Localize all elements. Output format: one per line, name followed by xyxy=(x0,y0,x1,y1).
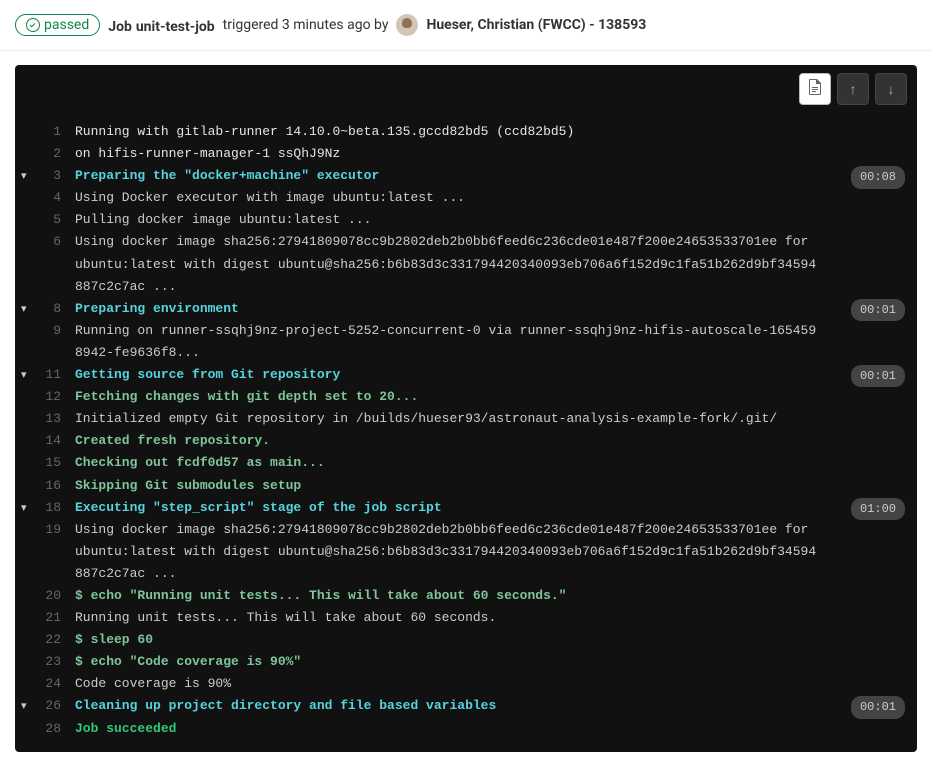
line-number[interactable]: 6 xyxy=(15,231,75,297)
line-number[interactable]: 22 xyxy=(15,629,75,651)
line-number[interactable]: 21 xyxy=(15,607,75,629)
line-number[interactable]: 14 xyxy=(15,430,75,452)
line-number[interactable]: 5 xyxy=(15,209,75,231)
line-content: Using docker image sha256:27941809078cc9… xyxy=(75,231,917,297)
log-toolbar: ↑ ↓ xyxy=(15,65,917,113)
chevron-down-icon[interactable]: ▾ xyxy=(21,500,27,519)
line-content: Running unit tests... This will take abo… xyxy=(75,607,917,629)
log-line: 14Created fresh repository. xyxy=(15,430,917,452)
check-circle-icon xyxy=(26,18,40,32)
job-header: passed Job unit-test-job triggered 3 min… xyxy=(0,0,932,51)
chevron-down-icon[interactable]: ▾ xyxy=(21,698,27,717)
duration-badge: 00:08 xyxy=(851,166,905,188)
log-line: 19Using docker image sha256:27941809078c… xyxy=(15,519,917,585)
log-line: 5Pulling docker image ubuntu:latest ... xyxy=(15,209,917,231)
line-number[interactable]: 16 xyxy=(15,475,75,497)
log-line: 22$ sleep 60 xyxy=(15,629,917,651)
line-content: Executing "step_script" stage of the job… xyxy=(75,497,917,519)
line-number[interactable]: 13 xyxy=(15,408,75,430)
job-name[interactable]: unit-test-job xyxy=(136,19,215,35)
log-line: 4Using Docker executor with image ubuntu… xyxy=(15,187,917,209)
line-content: Initialized empty Git repository in /bui… xyxy=(75,408,917,430)
line-number[interactable]: 28 xyxy=(15,718,75,740)
job-prefix: Job xyxy=(108,19,132,35)
line-content: Fetching changes with git depth set to 2… xyxy=(75,386,917,408)
line-content: Getting source from Git repository xyxy=(75,364,917,386)
scroll-bottom-button[interactable]: ↓ xyxy=(875,73,907,105)
log-line: 12Fetching changes with git depth set to… xyxy=(15,386,917,408)
log-line: 24Code coverage is 90% xyxy=(15,673,917,695)
duration-badge: 00:01 xyxy=(851,299,905,321)
document-icon xyxy=(808,79,822,99)
line-content: Preparing the "docker+machine" executor xyxy=(75,165,917,187)
log-line: 23$ echo "Code coverage is 90%" xyxy=(15,651,917,673)
line-content: on hifis-runner-manager-1 ssQhJ9Nz xyxy=(75,143,917,165)
line-content: $ echo "Running unit tests... This will … xyxy=(75,585,917,607)
scroll-top-button[interactable]: ↑ xyxy=(837,73,869,105)
line-content: Using Docker executor with image ubuntu:… xyxy=(75,187,917,209)
line-number[interactable]: 23 xyxy=(15,651,75,673)
log-line: 1Running with gitlab-runner 14.10.0~beta… xyxy=(15,121,917,143)
line-content: $ sleep 60 xyxy=(75,629,917,651)
status-badge[interactable]: passed xyxy=(15,14,100,36)
line-number[interactable]: 24 xyxy=(15,673,75,695)
line-number[interactable]: 19 xyxy=(15,519,75,585)
log-line: 28Job succeeded xyxy=(15,718,917,740)
duration-badge: 01:00 xyxy=(851,498,905,520)
line-content: Job succeeded xyxy=(75,718,917,740)
log-line: 6Using docker image sha256:27941809078cc… xyxy=(15,231,917,297)
line-content: Checking out fcdf0d57 as main... xyxy=(75,452,917,474)
log-line: 13Initialized empty Git repository in /b… xyxy=(15,408,917,430)
duration-badge: 00:01 xyxy=(851,365,905,387)
log-line: 21Running unit tests... This will take a… xyxy=(15,607,917,629)
line-content: Created fresh repository. xyxy=(75,430,917,452)
line-content: Preparing environment xyxy=(75,298,917,320)
log-line: 16Skipping Git submodules setup xyxy=(15,475,917,497)
line-content: Running on runner-ssqhj9nz-project-5252-… xyxy=(75,320,917,364)
line-number[interactable]: 15 xyxy=(15,452,75,474)
log-line: 2 on hifis-runner-manager-1 ssQhJ9Nz xyxy=(15,143,917,165)
line-number[interactable]: 20 xyxy=(15,585,75,607)
chevron-down-icon[interactable]: ▾ xyxy=(21,301,27,320)
line-number[interactable]: 9 xyxy=(15,320,75,364)
log-line: 9Running on runner-ssqhj9nz-project-5252… xyxy=(15,320,917,364)
line-number[interactable]: 2 xyxy=(15,143,75,165)
log-line: ▾8Preparing environment00:01 xyxy=(15,298,917,320)
line-number[interactable]: 12 xyxy=(15,386,75,408)
status-text: passed xyxy=(44,17,89,33)
line-number[interactable]: 1 xyxy=(15,121,75,143)
arrow-down-icon: ↓ xyxy=(888,81,895,98)
log-line: 20$ echo "Running unit tests... This wil… xyxy=(15,585,917,607)
line-content: Using docker image sha256:27941809078cc9… xyxy=(75,519,917,585)
log-panel[interactable]: 1Running with gitlab-runner 14.10.0~beta… xyxy=(15,113,917,752)
triggered-text: triggered 3 minutes ago by xyxy=(223,17,389,33)
line-content: $ echo "Code coverage is 90%" xyxy=(75,651,917,673)
duration-badge: 00:01 xyxy=(851,696,905,718)
log-line: 15Checking out fcdf0d57 as main... xyxy=(15,452,917,474)
chevron-down-icon[interactable]: ▾ xyxy=(21,168,27,187)
avatar[interactable] xyxy=(396,14,418,36)
line-content: Code coverage is 90% xyxy=(75,673,917,695)
line-content: Skipping Git submodules setup xyxy=(75,475,917,497)
log-wrapper: ↑ ↓ 1Running with gitlab-runner 14.10.0~… xyxy=(15,65,917,752)
log-line: ▾11Getting source from Git repository00:… xyxy=(15,364,917,386)
log-line: ▾3Preparing the "docker+machine" executo… xyxy=(15,165,917,187)
log-line: ▾26Cleaning up project directory and fil… xyxy=(15,695,917,717)
line-content: Pulling docker image ubuntu:latest ... xyxy=(75,209,917,231)
user-name[interactable]: Hueser, Christian (FWCC) - 138593 xyxy=(426,17,646,33)
line-number[interactable]: 4 xyxy=(15,187,75,209)
job-label: Job unit-test-job xyxy=(108,16,214,35)
log-line: ▾18Executing "step_script" stage of the … xyxy=(15,497,917,519)
arrow-up-icon: ↑ xyxy=(850,81,857,98)
line-content: Running with gitlab-runner 14.10.0~beta.… xyxy=(75,121,917,143)
line-content: Cleaning up project directory and file b… xyxy=(75,695,917,717)
raw-log-button[interactable] xyxy=(799,73,831,105)
chevron-down-icon[interactable]: ▾ xyxy=(21,367,27,386)
